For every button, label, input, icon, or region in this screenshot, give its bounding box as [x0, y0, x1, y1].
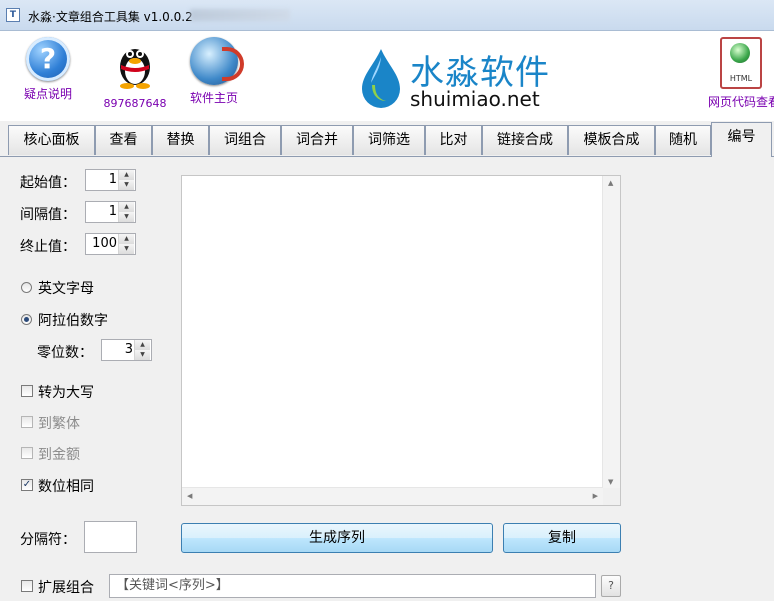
to-traditional-checkbox: [21, 416, 33, 428]
title-blurred-text: [190, 9, 290, 21]
tab-link-compose[interactable]: 链接合成: [482, 125, 568, 155]
scroll-left-icon[interactable]: ◀: [187, 492, 192, 500]
interval-value-stepper[interactable]: 1 ▲ ▼: [85, 201, 136, 223]
scroll-down-icon[interactable]: ▼: [608, 478, 613, 486]
question-icon: ?: [26, 37, 70, 81]
letters-label: 英文字母: [38, 281, 94, 297]
tab-compare[interactable]: 比对: [425, 125, 482, 155]
water-drop-icon: [362, 49, 400, 108]
app-icon: T: [6, 8, 20, 22]
to-amount-label: 到金额: [38, 447, 80, 463]
same-digits-label: 数位相同: [38, 479, 94, 495]
qq-penguin-icon: [120, 49, 150, 89]
digits-label: 阿拉伯数字: [38, 313, 108, 329]
to-amount-checkbox: [21, 447, 33, 459]
extend-combine-label: 扩展组合: [38, 580, 94, 596]
help-label: 疑点说明: [23, 87, 72, 101]
numbering-panel: 起始值： 1 ▲ ▼ 间隔值： 1 ▲ ▼ 终止值： 100 ▲ ▼ 英文字母 阿拉伯…: [0, 156, 774, 601]
html-file-icon: HTML: [720, 37, 762, 89]
globe-icon: [190, 37, 244, 85]
tab-word-filter[interactable]: 词筛选: [353, 125, 425, 155]
html-viewer-button[interactable]: HTML 网页代码查看: [708, 37, 774, 110]
keyword-template-input[interactable]: 【关键词<序列>】: [109, 574, 596, 598]
generate-sequence-button[interactable]: 生成序列: [181, 523, 493, 553]
homepage-label: 软件主页: [189, 91, 238, 105]
help-question-button[interactable]: ?: [601, 575, 621, 597]
brand-logo: 水淼软件 shuimiao.net: [358, 45, 558, 111]
tab-word-combine[interactable]: 词组合: [209, 125, 281, 155]
tab-view[interactable]: 查看: [95, 125, 152, 155]
tab-word-merge[interactable]: 词合并: [281, 125, 353, 155]
html-viewer-label: 网页代码查看: [708, 95, 774, 109]
homepage-button[interactable]: 软件主页: [184, 37, 244, 106]
window-title: 水淼·文章组合工具集 v1.0.0.2: [28, 10, 193, 24]
qq-button[interactable]: 897687648: [100, 37, 170, 110]
start-value-stepper[interactable]: 1 ▲ ▼: [85, 169, 136, 191]
scroll-corner: [603, 488, 620, 505]
header: ? 疑点说明 897687648 软件主页 水淼软件 shuimiao.net: [0, 31, 774, 121]
tab-template-compose[interactable]: 模板合成: [568, 125, 655, 155]
decrement-button[interactable]: ▼: [119, 180, 134, 190]
to-traditional-label: 到繁体: [38, 416, 80, 432]
output-textarea[interactable]: ▲ ▼ ◀ ▶: [181, 175, 621, 506]
tab-replace[interactable]: 替换: [152, 125, 209, 155]
title-bar: T 水淼·文章组合工具集 v1.0.0.2: [0, 0, 774, 31]
scroll-right-icon[interactable]: ▶: [593, 492, 598, 500]
interval-label: 间隔值：: [20, 207, 76, 223]
letters-radio[interactable]: [21, 282, 32, 293]
end-label: 终止值：: [20, 239, 76, 255]
tab-core-panel[interactable]: 核心面板: [8, 125, 95, 155]
tab-bar: 核心面板 查看 替换 词组合 词合并 词筛选 比对 链接合成 模板合成 随机 编…: [0, 122, 774, 157]
end-value-stepper[interactable]: 100 ▲ ▼: [85, 233, 136, 255]
vertical-scrollbar[interactable]: ▲ ▼: [602, 176, 620, 489]
tab-random[interactable]: 随机: [655, 125, 711, 155]
horizontal-scrollbar[interactable]: ◀ ▶: [182, 487, 603, 505]
help-button[interactable]: ? 疑点说明: [20, 37, 76, 102]
logo-domain: shuimiao.net: [410, 87, 540, 111]
tab-numbering[interactable]: 编号: [711, 122, 772, 157]
separator-label: 分隔符：: [20, 532, 76, 548]
qq-number: 897687648: [103, 97, 167, 110]
zero-count-stepper[interactable]: 3 ▲ ▼: [101, 339, 152, 361]
copy-button[interactable]: 复制: [503, 523, 621, 553]
start-label: 起始值：: [20, 175, 76, 191]
digits-radio[interactable]: [21, 314, 32, 325]
scroll-up-icon[interactable]: ▲: [608, 179, 613, 187]
same-digits-checkbox[interactable]: ✓: [21, 479, 33, 491]
separator-input[interactable]: [84, 521, 137, 553]
to-upper-label: 转为大写: [38, 385, 94, 401]
decrement-button[interactable]: ▼: [135, 350, 150, 360]
zero-count-label: 零位数：: [37, 345, 93, 361]
to-upper-checkbox[interactable]: [21, 385, 33, 397]
extend-combine-checkbox[interactable]: [21, 580, 33, 592]
decrement-button[interactable]: ▼: [119, 244, 134, 254]
decrement-button[interactable]: ▼: [119, 212, 134, 222]
